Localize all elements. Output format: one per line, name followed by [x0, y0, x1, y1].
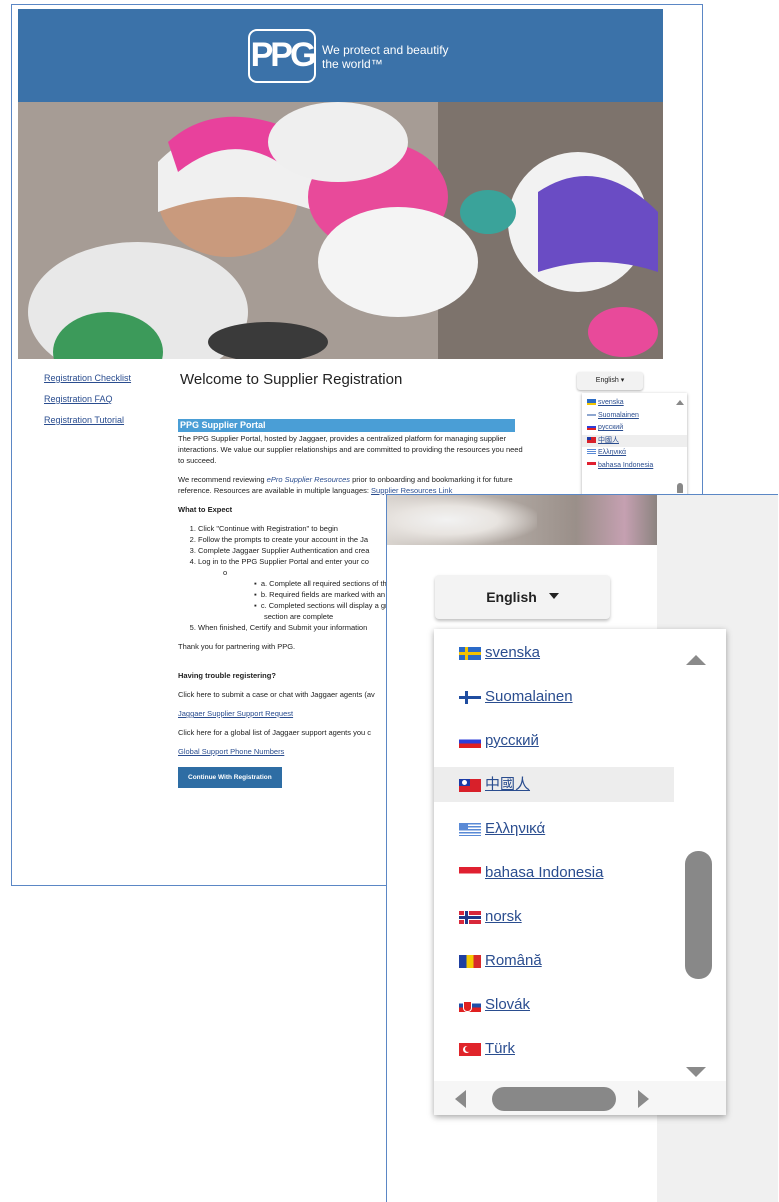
- page-title: Welcome to Supplier Registration: [180, 371, 403, 388]
- slovakia-flag-icon: [459, 998, 481, 1012]
- caret-down-icon: [548, 593, 559, 600]
- side-navigation: Registration Checklist Registration FAQ …: [44, 373, 131, 436]
- finland-flag-icon: [459, 690, 481, 704]
- vertical-scrollbar[interactable]: [674, 629, 718, 1081]
- resources-paragraph: We recommend reviewing ePro Supplier Res…: [178, 475, 513, 495]
- language-option-small[interactable]: Suomalainen: [582, 410, 687, 423]
- language-option-chinese[interactable]: 中國人: [434, 767, 674, 802]
- horizontal-scrollbar[interactable]: [434, 1081, 726, 1115]
- language-option-norwegian[interactable]: norsk: [434, 899, 674, 934]
- language-option-small[interactable]: svenska: [582, 397, 687, 410]
- language-option-small[interactable]: bahasa Indonesia: [582, 460, 687, 473]
- scroll-up-arrow-icon[interactable]: [686, 655, 706, 665]
- scroll-right-arrow-icon[interactable]: [638, 1090, 649, 1108]
- continue-registration-button[interactable]: Continue With Registration: [178, 767, 282, 788]
- sweden-flag-icon: [459, 646, 481, 660]
- language-option-small[interactable]: русский: [582, 422, 687, 435]
- romania-flag-icon: [459, 954, 481, 968]
- language-selected-label: English: [486, 589, 537, 605]
- portal-heading: PPG Supplier Portal: [178, 419, 515, 432]
- registration-faq-link[interactable]: Registration FAQ: [44, 394, 131, 404]
- language-option-indonesian[interactable]: bahasa Indonesia: [434, 855, 674, 890]
- vertical-scrollbar-thumb[interactable]: [685, 851, 712, 979]
- header-banner: PPG We protect and beautify the world™: [18, 9, 663, 102]
- intro-paragraph: The PPG Supplier Portal, hosted by Jagga…: [178, 434, 523, 465]
- support-request-link[interactable]: Jaggaer Supplier Support Request: [178, 709, 293, 718]
- tagline: We protect and beautify the world™: [322, 43, 449, 71]
- ppg-logo: PPG: [248, 29, 316, 83]
- language-option-russian[interactable]: русский: [434, 723, 674, 758]
- turkey-flag-icon: [459, 1042, 481, 1056]
- language-selected-label: English: [595, 377, 619, 384]
- language-select[interactable]: English: [435, 575, 610, 619]
- language-select-small[interactable]: English ▾: [577, 372, 643, 390]
- norway-flag-icon: [459, 910, 481, 924]
- language-option-small[interactable]: 中國人: [582, 434, 687, 447]
- registration-checklist-link[interactable]: Registration Checklist: [44, 373, 131, 383]
- zoomed-language-panel: English svenska Suomalainen русский 中國人 …: [386, 494, 778, 1202]
- language-option-greek[interactable]: Ελληνικά: [434, 811, 674, 846]
- scrollbar-small[interactable]: [675, 397, 685, 493]
- indonesia-flag-icon: [459, 866, 481, 880]
- language-option-slovak[interactable]: Slovák: [434, 987, 674, 1022]
- scroll-down-arrow-icon[interactable]: [686, 1067, 706, 1077]
- horizontal-scrollbar-thumb[interactable]: [492, 1087, 616, 1111]
- language-option-small[interactable]: Ελληνικά: [582, 447, 687, 460]
- language-option-romanian[interactable]: Română: [434, 943, 674, 978]
- greece-flag-icon: [459, 822, 481, 836]
- scroll-left-arrow-icon[interactable]: [455, 1090, 466, 1108]
- language-option-svenska[interactable]: svenska: [434, 635, 674, 670]
- registration-tutorial-link[interactable]: Registration Tutorial: [44, 415, 131, 425]
- hero-photo: [18, 102, 663, 359]
- russia-flag-icon: [459, 734, 481, 748]
- language-dropdown-small: svenska Suomalainen русский 中國人 Ελληνικά…: [582, 393, 687, 497]
- language-option-turkish[interactable]: Türk: [434, 1031, 674, 1066]
- support-phone-link[interactable]: Global Support Phone Numbers: [178, 747, 284, 756]
- taiwan-flag-icon: [459, 778, 481, 792]
- language-dropdown-list: svenska Suomalainen русский 中國人 Ελληνικά…: [434, 629, 726, 1115]
- language-option-suomalainen[interactable]: Suomalainen: [434, 679, 674, 714]
